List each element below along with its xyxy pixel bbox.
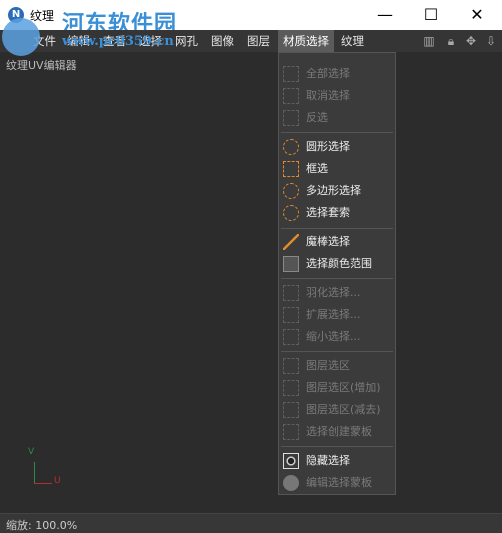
menu-mesh[interactable]: 网孔 — [170, 30, 203, 52]
circle-select-icon — [283, 139, 299, 155]
zoom-status: 缩放: 100.0% — [6, 519, 78, 532]
menu-item-label: 图层选区(增加) — [306, 381, 381, 394]
u-axis-line — [34, 483, 52, 484]
menu-item-deselect[interactable]: 取消选择 — [279, 85, 395, 107]
color-range-icon — [283, 256, 299, 272]
menu-material-select[interactable]: 材质选择 — [278, 30, 334, 52]
menu-item-label: 选择套索 — [306, 206, 350, 219]
window-title: 纹理 — [30, 9, 55, 23]
lock-icon[interactable]: 🔒︎ — [444, 34, 458, 48]
move-icon[interactable]: ✥ — [464, 34, 478, 48]
menu-item-label: 取消选择 — [306, 89, 350, 102]
menu-item-polygon-select[interactable]: 多边形选择 — [279, 180, 395, 202]
polygon-select-icon — [283, 183, 299, 199]
menu-separator — [281, 351, 393, 352]
menu-item-label: 羽化选择... — [306, 286, 361, 299]
select-all-icon — [283, 66, 299, 82]
menu-separator — [281, 278, 393, 279]
menu-item-label: 图层选区(减去) — [306, 403, 381, 416]
menu-item-layer-add[interactable]: 图层选区(增加) — [279, 377, 395, 399]
v-axis-line — [34, 462, 35, 484]
deselect-icon — [283, 88, 299, 104]
menu-item-label: 圆形选择 — [306, 140, 350, 153]
menu-item-label: 选择创建蒙板 — [306, 425, 372, 438]
menu-item-create-mask[interactable]: 选择创建蒙板 — [279, 421, 395, 443]
hide-select-icon — [283, 453, 299, 469]
menu-item-label: 选择颜色范围 — [306, 257, 372, 270]
menu-item-color-range[interactable]: 选择颜色范围 — [279, 253, 395, 275]
bar-chart-icon[interactable]: ▥ — [422, 34, 436, 48]
menu-item-edit-mask[interactable]: 编辑选择蒙板 — [279, 472, 395, 494]
title-bar: N 纹理 河东软件园 — ☐ ✕ — [0, 0, 502, 37]
watermark-url: www.pc0359.cn — [62, 34, 174, 49]
menu-image[interactable]: 图像 — [206, 30, 239, 52]
menu-item-layer-select[interactable]: 图层选区 — [279, 355, 395, 377]
menu-item-label: 缩小选择... — [306, 330, 361, 343]
menu-item-label: 全部选择 — [306, 67, 350, 80]
menu-item-label: 编辑选择蒙板 — [306, 476, 372, 489]
shrink-icon — [283, 329, 299, 345]
menu-item-invert[interactable]: 反选 — [279, 107, 395, 129]
menu-item-hide-select[interactable]: 隐藏选择 — [279, 450, 395, 472]
feather-icon — [283, 285, 299, 301]
layer-subtract-icon — [283, 402, 299, 418]
create-mask-icon — [283, 424, 299, 440]
status-bar: 缩放: 100.0% — [0, 513, 502, 533]
menu-item-label: 图层选区 — [306, 359, 350, 372]
edit-mask-icon — [283, 475, 299, 491]
maximize-button[interactable]: ☐ — [408, 0, 454, 30]
v-axis-label: V — [28, 447, 35, 457]
menu-item-select-all[interactable]: 全部选择 — [279, 63, 395, 85]
menu-item-label: 反选 — [306, 111, 328, 124]
material-select-menu: 全部选择 取消选择 反选 圆形选择 框选 多边形选择 选择套索 魔棒选择 选择颜… — [278, 52, 396, 495]
menu-item-label: 多边形选择 — [306, 184, 361, 197]
menu-separator — [281, 228, 393, 229]
close-button[interactable]: ✕ — [454, 0, 500, 30]
menu-item-lasso[interactable]: 选择套索 — [279, 202, 395, 224]
menu-item-label: 扩展选择... — [306, 308, 361, 321]
menu-item-layer-subtract[interactable]: 图层选区(减去) — [279, 399, 395, 421]
invert-icon — [283, 110, 299, 126]
menu-item-label: 魔棒选择 — [306, 235, 350, 248]
layer-add-icon — [283, 380, 299, 396]
arrows-down-icon[interactable]: ⇩ — [484, 34, 498, 48]
menu-item-label: 隐藏选择 — [306, 454, 350, 467]
layer-select-icon — [283, 358, 299, 374]
menu-separator — [281, 132, 393, 133]
menu-item-magic-wand[interactable]: 魔棒选择 — [279, 231, 395, 253]
lasso-icon — [283, 205, 299, 221]
menu-texture[interactable]: 纹理 — [336, 30, 369, 52]
menu-separator — [281, 446, 393, 447]
minimize-button[interactable]: — — [362, 0, 408, 30]
menu-item-expand[interactable]: 扩展选择... — [279, 304, 395, 326]
u-axis-label: U — [54, 476, 61, 486]
editor-title: 纹理UV编辑器 — [6, 59, 77, 72]
box-select-icon — [283, 161, 299, 177]
menu-layer[interactable]: 图层 — [242, 30, 275, 52]
watermark-circle — [2, 18, 40, 56]
menu-item-circle-select[interactable]: 圆形选择 — [279, 136, 395, 158]
menu-item-feather[interactable]: 羽化选择... — [279, 282, 395, 304]
menu-item-box-select[interactable]: 框选 — [279, 158, 395, 180]
expand-icon — [283, 307, 299, 323]
magic-wand-icon — [283, 234, 299, 250]
menu-item-label: 框选 — [306, 162, 328, 175]
menu-item-shrink[interactable]: 缩小选择... — [279, 326, 395, 348]
